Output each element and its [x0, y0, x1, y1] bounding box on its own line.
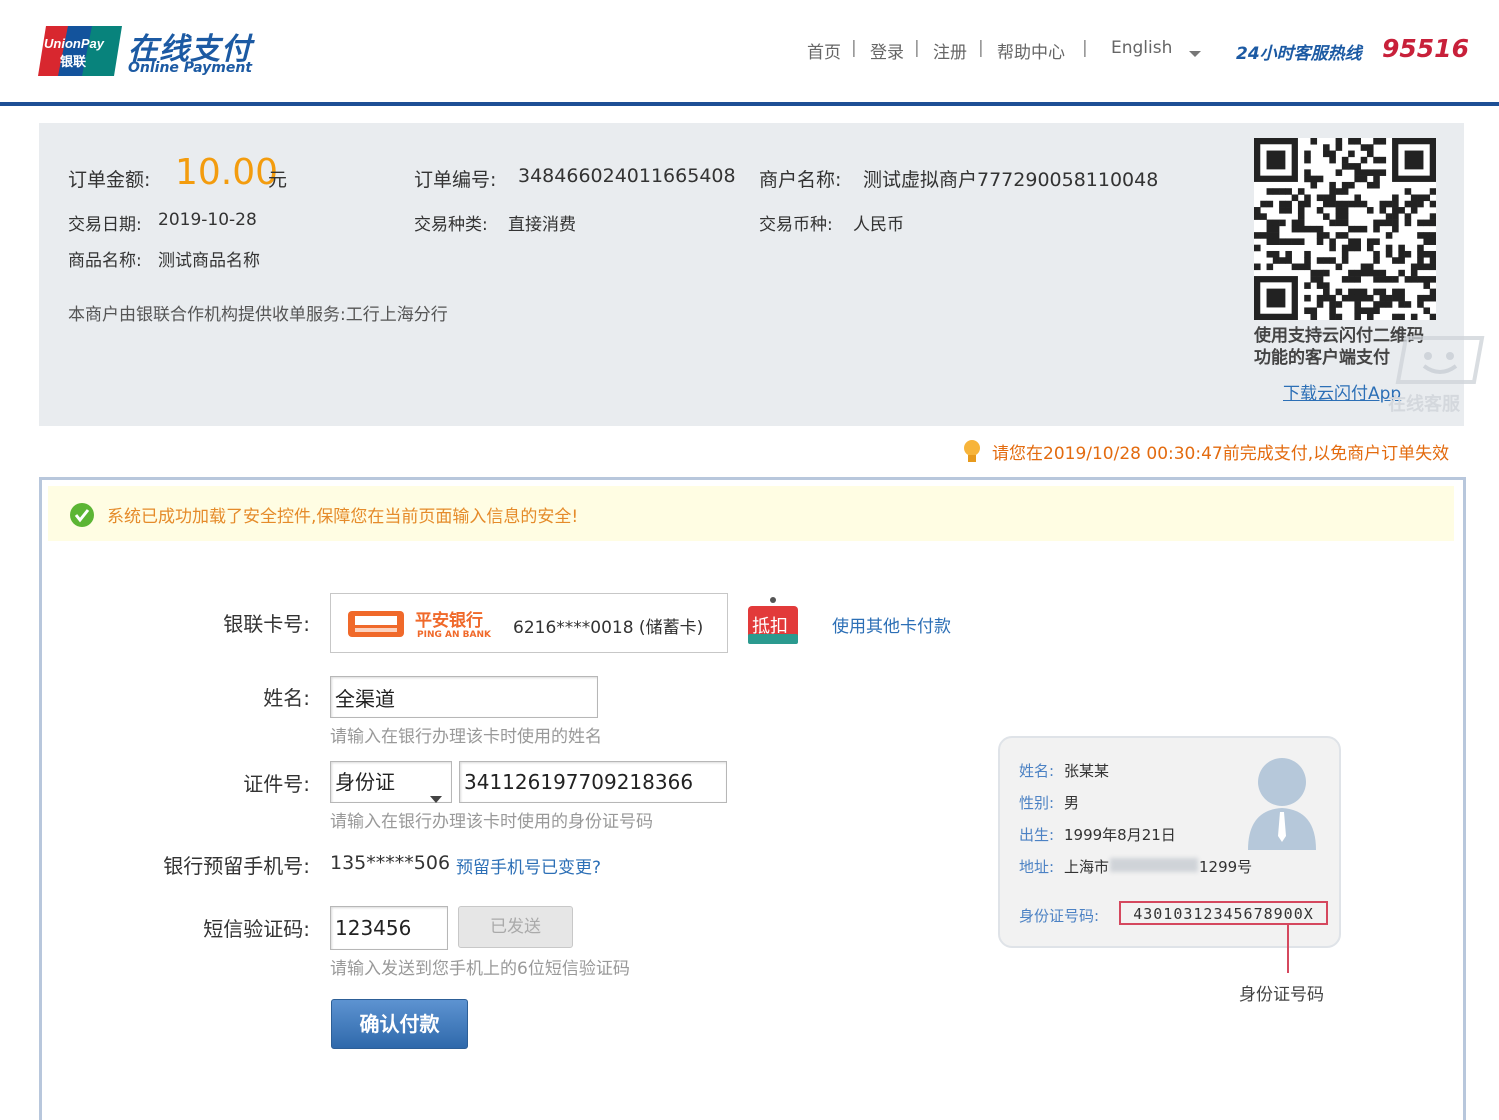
payment-deadline: 请您在2019/10/28 00:30:47前完成支付,以免商户订单失效	[992, 444, 1450, 464]
bank-name-cn: 平安银行	[415, 611, 483, 631]
sms-hint: 请输入发送到您手机上的6位短信验证码	[330, 959, 630, 979]
service-note: 本商户由银联合作机构提供收单服务:工行上海分行	[68, 305, 448, 325]
confirm-payment-button[interactable]: 确认付款	[331, 999, 468, 1049]
amount-unit: 元	[268, 169, 288, 191]
unionpay-logo[interactable]: UnionPay 银联	[38, 24, 122, 78]
type-label: 交易种类:	[414, 215, 488, 235]
id-card-addr: 上海市	[1064, 858, 1110, 876]
logo-en: UnionPay	[44, 36, 105, 51]
id-type-value: 身份证	[335, 770, 395, 794]
card-selector[interactable]: 平安银行 PING AN BANK 6216****0018 (储蓄卡)	[330, 593, 728, 653]
discount-badge: 抵扣	[746, 594, 800, 648]
discount-badge-label: 抵扣	[752, 616, 788, 637]
nav-home[interactable]: 首页	[807, 38, 841, 63]
id-card-name-key: 姓名:	[1019, 762, 1055, 780]
date-label: 交易日期:	[68, 215, 142, 235]
nav-separator: |	[978, 38, 984, 58]
merchant-name: 测试虚拟商户777290058110048	[863, 169, 1159, 191]
name-hint: 请输入在银行办理该卡时使用的姓名	[330, 727, 602, 747]
id-card-sex-key: 性别:	[1019, 794, 1055, 812]
goods-name: 测试商品名称	[158, 251, 260, 271]
goods-label: 商品名称:	[68, 251, 142, 271]
nav-separator: |	[1082, 38, 1088, 58]
logo-subtitle: Online Payment	[128, 60, 253, 76]
card-label: 银联卡号:	[223, 612, 310, 636]
security-notice-text: 系统已成功加载了安全控件,保障您在当前页面输入信息的安全!	[107, 507, 579, 527]
phone-label: 银行预留手机号:	[163, 854, 310, 878]
name-label: 姓名:	[263, 686, 310, 710]
id-hint: 请输入在银行办理该卡时使用的身份证号码	[330, 812, 653, 832]
merchant-label: 商户名称:	[759, 169, 842, 191]
id-number-input[interactable]	[459, 761, 727, 803]
nav-login[interactable]: 登录	[870, 38, 904, 63]
chat-icon	[1395, 336, 1485, 384]
id-label: 证件号:	[243, 772, 310, 796]
currency-label: 交易币种:	[759, 215, 833, 235]
order-no: 348466024011665408	[518, 165, 736, 187]
download-app-link[interactable]: 下载云闪付App	[1283, 379, 1401, 404]
amount-label: 订单金额:	[68, 169, 151, 191]
id-card-idno-key: 身份证号码:	[1019, 907, 1100, 925]
bank-name-en: PING AN BANK	[417, 630, 491, 640]
nav-register[interactable]: 注册	[933, 38, 967, 63]
nav-separator: |	[914, 38, 920, 58]
other-card-link[interactable]: 使用其他卡付款	[832, 612, 951, 637]
check-circle-icon	[69, 502, 95, 532]
avatar-icon	[1244, 752, 1320, 856]
trade-type: 直接消费	[508, 215, 576, 235]
hotline-number: 95516	[1382, 34, 1469, 63]
sms-label: 短信验证码:	[203, 917, 310, 941]
blurred-address	[1110, 858, 1198, 872]
id-card-addr-key: 地址:	[1019, 858, 1055, 876]
sms-code-input[interactable]	[330, 906, 448, 950]
lightbulb-icon	[962, 438, 982, 468]
qr-code	[1254, 138, 1437, 321]
online-service-widget[interactable]: 在线客服	[1386, 330, 1486, 415]
phone-change-link[interactable]: 预留手机号已变更?	[456, 853, 601, 878]
nav-separator: |	[851, 38, 857, 58]
id-card-addr-tail: 1299号	[1199, 858, 1253, 876]
name-input[interactable]	[330, 676, 598, 718]
bank-logo-icon	[347, 610, 405, 642]
id-card-number: 43010312345678900X	[1119, 901, 1328, 925]
id-card-sex: 男	[1064, 794, 1080, 812]
id-type-select[interactable]: 身份证	[330, 761, 452, 803]
id-card-name: 张某某	[1064, 762, 1110, 780]
trade-date: 2019-10-28	[158, 210, 257, 230]
id-card-birth: 1999年8月21日	[1064, 826, 1176, 844]
card-number: 6216****0018 (储蓄卡)	[513, 618, 704, 638]
callout-line	[1287, 925, 1289, 973]
online-service-label: 在线客服	[1388, 394, 1460, 415]
logo-cn: 银联	[60, 54, 86, 70]
language-select[interactable]: English	[1111, 38, 1172, 58]
send-sms-button[interactable]: 已发送	[458, 906, 573, 948]
chevron-down-icon[interactable]	[1188, 44, 1202, 63]
order-no-label: 订单编号:	[414, 169, 497, 191]
trade-currency: 人民币	[853, 215, 904, 235]
header: UnionPay 银联 在线支付 Online Payment 首页 | 登录 …	[0, 0, 1499, 106]
id-card-birth-key: 出生:	[1019, 826, 1055, 844]
order-amount: 10.00	[175, 152, 279, 193]
phone-number: 135*****506	[330, 852, 451, 874]
id-card-caption: 身份证号码	[1239, 985, 1324, 1005]
hotline-label: 24小时客服热线	[1236, 44, 1362, 64]
nav-help[interactable]: 帮助中心	[997, 38, 1065, 63]
